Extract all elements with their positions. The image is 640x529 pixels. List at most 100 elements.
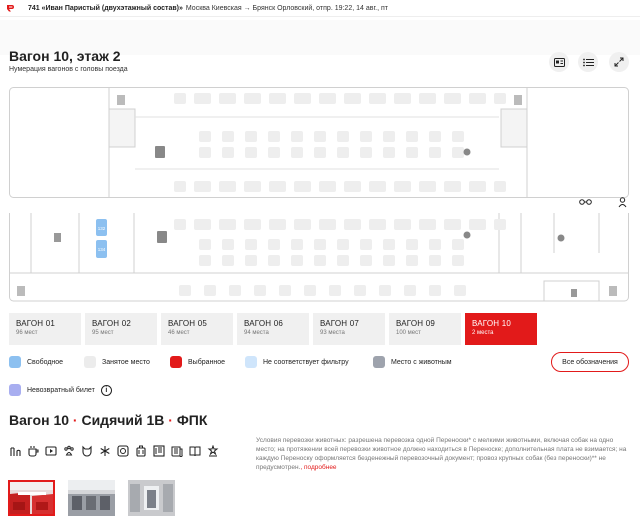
occupied-seat: [474, 219, 486, 230]
occupied-seat: [429, 131, 441, 142]
occupied-seat: [360, 239, 372, 250]
occupied-seat: [374, 181, 386, 192]
wagon-tab[interactable]: ВАГОН 05 46 мест: [161, 313, 233, 345]
car-heading: Вагон 10 · Сидячий 1В · ФПК: [9, 412, 207, 428]
occupied-seat: [406, 239, 418, 250]
occupied-seat: [474, 181, 486, 192]
person-pin-toggle[interactable]: [614, 196, 630, 208]
pet-icon: [80, 444, 93, 457]
occupied-seat: [360, 255, 372, 266]
legend-swatch: [373, 356, 385, 368]
list-view-button[interactable]: [578, 52, 598, 72]
occupied-seat: [199, 147, 211, 158]
wagon-tab-seats: 95 мест: [92, 330, 114, 336]
wagon-tab[interactable]: ВАГОН 06 94 места: [237, 313, 309, 345]
occupied-seat: [494, 219, 506, 230]
legend-swatch: [170, 356, 182, 368]
wagon-tab[interactable]: ВАГОН 10 2 места: [465, 313, 537, 345]
seat-132[interactable]: 132: [96, 219, 107, 236]
occupied-seat: [449, 181, 461, 192]
pet-paw-icon: [62, 444, 75, 457]
stairs: [500, 108, 528, 148]
info-icon[interactable]: i: [100, 384, 112, 396]
wagon-tab[interactable]: ВАГОН 02 95 мест: [85, 313, 157, 345]
wagon-tab[interactable]: ВАГОН 01 96 мест: [9, 313, 81, 345]
route-info: Москва Киевская → Брянск Орловский, отпр…: [185, 4, 388, 12]
glasses-icon: [578, 199, 592, 205]
occupied-seat: [383, 147, 395, 158]
wagon-tab-name: ВАГОН 02: [92, 319, 132, 328]
legend-label: Занятое место: [102, 358, 150, 366]
occupied-seat: [379, 285, 391, 296]
person-icon: [609, 286, 617, 296]
pet-rules-text: Условия перевозки животных: разрешена пе…: [256, 436, 630, 472]
occupied-seat: [222, 239, 234, 250]
legend-non-refundable: Невозвратный билет i: [9, 384, 112, 396]
glasses-toggle[interactable]: [577, 196, 593, 208]
occupied-seat: [406, 147, 418, 158]
legend-free: Свободное: [9, 356, 63, 368]
carrier-name: ФПК: [176, 412, 208, 428]
scheme-icon: [553, 57, 565, 67]
top-bar: 741 «Иван Паристый (двухэтажный состав)»…: [0, 0, 640, 17]
all-legend-button[interactable]: Все обозначения: [551, 352, 629, 372]
legend-selected: Выбранное: [170, 356, 225, 368]
press-icon: [170, 444, 183, 457]
occupied-seat: [268, 255, 280, 266]
coffee-icon: [26, 444, 39, 457]
legend-swatch: [9, 384, 21, 396]
scheme-view-button[interactable]: [549, 52, 569, 72]
salon-photo[interactable]: [68, 480, 115, 516]
occupied-seat: [199, 93, 211, 104]
expand-button[interactable]: [609, 52, 629, 72]
service-icons: [8, 444, 219, 457]
occupied-seat: [324, 181, 336, 192]
occupied-seat: [449, 219, 461, 230]
occupied-seat: [452, 131, 464, 142]
svg-text:132: 132: [98, 226, 106, 231]
restaurant-icon: [152, 444, 165, 457]
occupied-seat: [224, 93, 236, 104]
occupied-seat: [299, 219, 311, 230]
person-icon: [54, 233, 61, 242]
occupied-seat: [245, 255, 257, 266]
wagon-tab-name: ВАГОН 10: [472, 319, 512, 328]
occupied-seat: [174, 181, 186, 192]
wagon-tab-seats: 2 места: [472, 330, 494, 336]
occupied-seat: [199, 255, 211, 266]
seat-134[interactable]: 134: [96, 240, 107, 258]
rzd-logo-icon: [7, 5, 14, 12]
red-seats-photo[interactable]: [8, 480, 55, 516]
legend-label: Невозвратный билет: [27, 386, 95, 394]
occupied-seat: [245, 147, 257, 158]
luggage-icon: [155, 146, 165, 158]
wagon-tab[interactable]: ВАГОН 07 93 места: [313, 313, 385, 345]
occupied-seat: [494, 181, 506, 192]
rules-more-link[interactable]: , подробнее: [300, 464, 336, 471]
occupied-seat: [199, 219, 211, 230]
occupied-seat: [268, 131, 280, 142]
occupied-seat: [291, 131, 303, 142]
occupied-seat: [199, 239, 211, 250]
legend-swatch: [245, 356, 257, 368]
occupied-seat: [360, 131, 372, 142]
car-number: Вагон 10: [9, 412, 70, 428]
occupied-seat: [224, 181, 236, 192]
door-icon: [571, 289, 577, 297]
occupied-seat: [204, 285, 216, 296]
occupied-seat: [337, 255, 349, 266]
wagon-tab-seats: 93 места: [320, 330, 345, 336]
wagon-tab[interactable]: ВАГОН 09 100 мест: [389, 313, 461, 345]
wagon-tab-name: ВАГОН 07: [320, 319, 360, 328]
gear-icon: [463, 231, 471, 239]
svg-text:134: 134: [98, 247, 106, 252]
luggage-icon: [157, 231, 167, 243]
wagon-tab-name: ВАГОН 06: [244, 319, 284, 328]
person-icon: [117, 95, 125, 105]
list-icon: [582, 58, 594, 66]
car-class: Сидячий 1В: [81, 412, 165, 428]
occupied-seat: [399, 219, 411, 230]
book-icon: [188, 444, 201, 457]
occupied-seat: [249, 181, 261, 192]
corridor-photo[interactable]: [128, 480, 175, 516]
